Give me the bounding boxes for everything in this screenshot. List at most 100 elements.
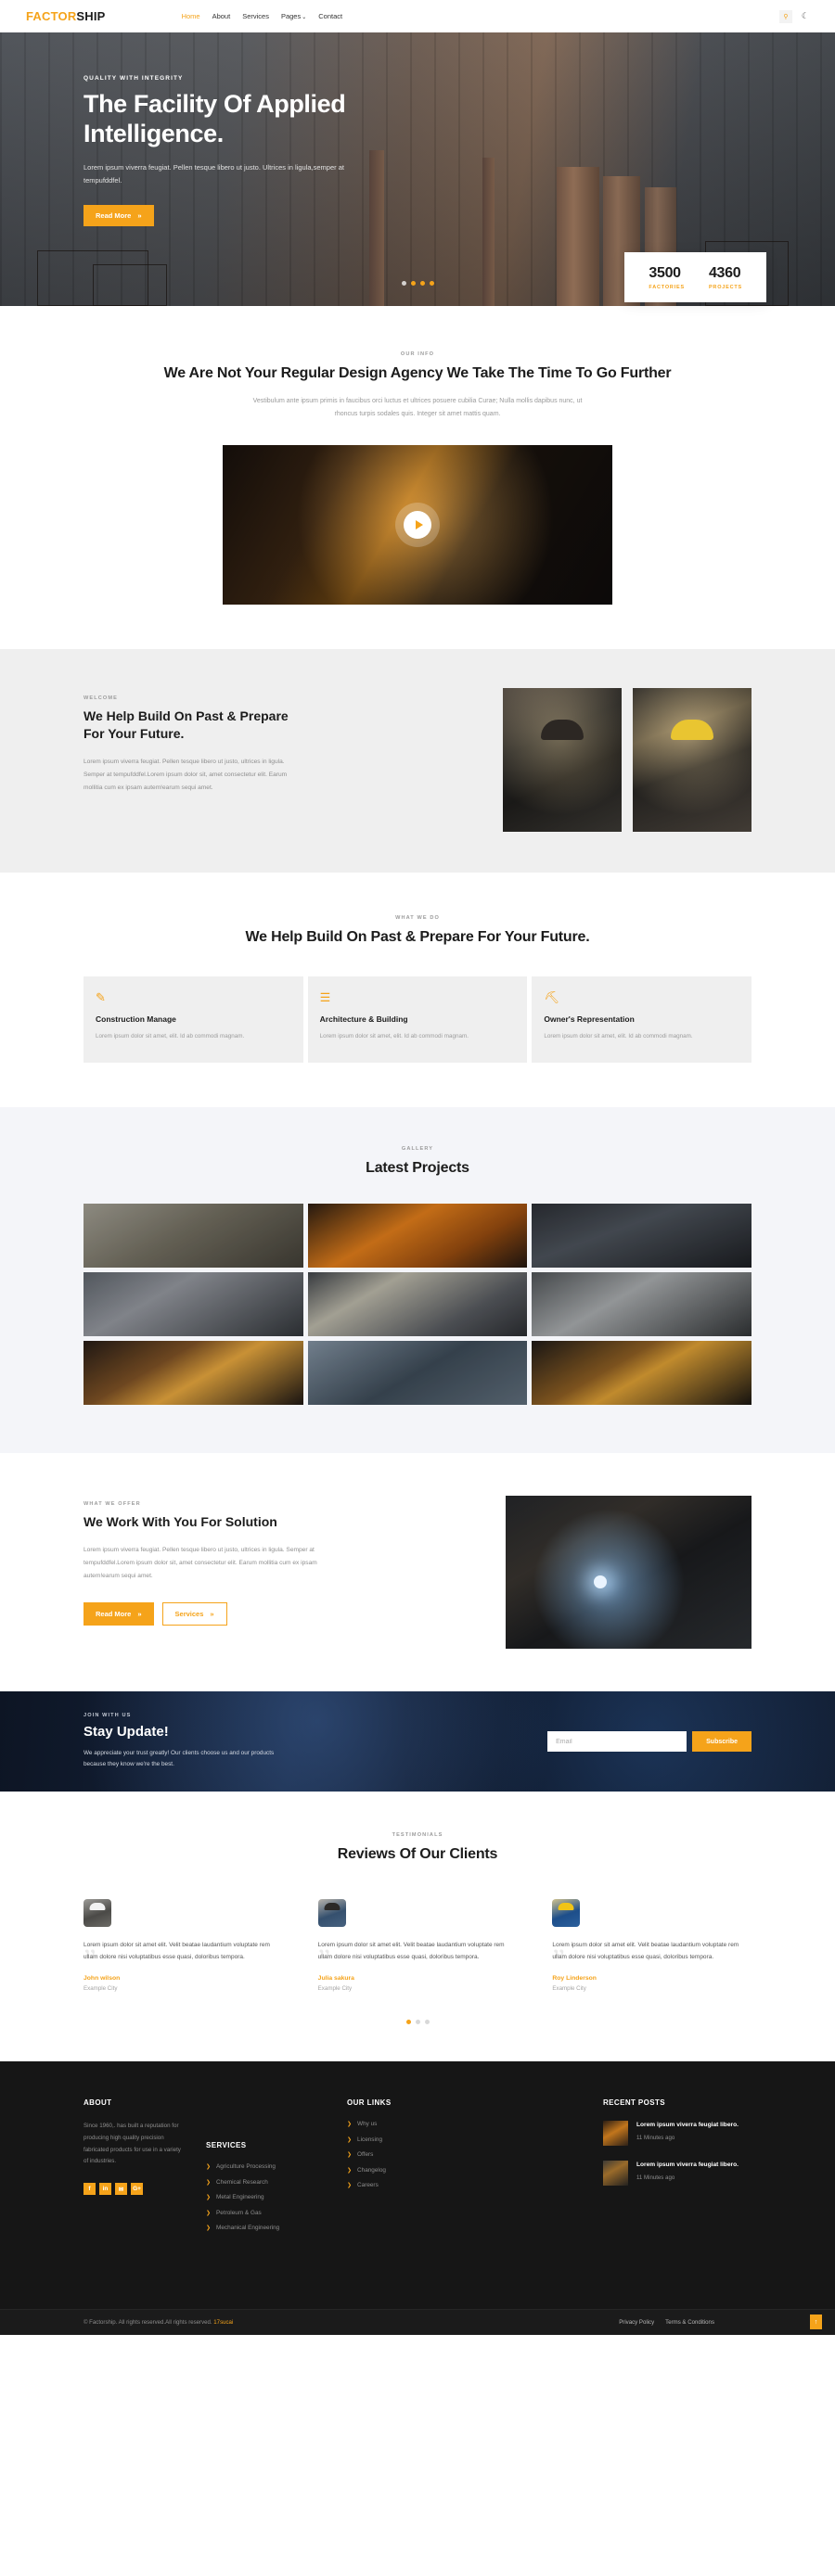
- service-card-architecture[interactable]: ☰ Architecture & Building Lorem ipsum do…: [307, 976, 528, 1064]
- list-item[interactable]: ❯ Agriculture Processing: [206, 2163, 327, 2170]
- search-icon[interactable]: ⚲: [778, 9, 792, 23]
- nav-item-contact[interactable]: Contact: [318, 12, 342, 20]
- testimonial-city: Example City: [552, 1985, 586, 1993]
- main-nav: Home About Services Pages⌄ Contact: [182, 12, 343, 20]
- gallery-item-industrial-machinery[interactable]: [532, 1272, 752, 1337]
- hero-read-more-button[interactable]: Read More »: [84, 205, 154, 227]
- play-icon[interactable]: [404, 510, 431, 539]
- avatar: [552, 1898, 581, 1927]
- nav-item-home[interactable]: Home: [182, 12, 200, 20]
- gallery-section: GALLERY Latest Projects: [0, 1107, 835, 1454]
- post-title: Lorem ipsum viverra feugiat libero.: [636, 2122, 739, 2129]
- gallery-item-factory-inspection[interactable]: [84, 1272, 303, 1337]
- offer-services-button[interactable]: Services »: [161, 1602, 227, 1626]
- hero-eyebrow: QUALITY WITH INTEGRITY: [84, 75, 184, 82]
- nav-item-services[interactable]: Services: [242, 12, 269, 20]
- terms-conditions-link[interactable]: Terms & Conditions: [665, 2319, 714, 2326]
- footer-about-column: ABOUT Since 1960,. has built a reputatio…: [84, 2098, 186, 2285]
- testimonial-carousel-dots: [84, 2020, 752, 2025]
- gallery-item-welding-closeup[interactable]: [532, 1341, 752, 1406]
- newsletter-eyebrow: JOIN WITH US: [84, 1712, 132, 1718]
- gallery-item-assembly-line[interactable]: [307, 1272, 528, 1337]
- chevron-right-icon: ❯: [347, 2136, 353, 2143]
- footer-link[interactable]: Mechanical Engineering: [216, 2225, 279, 2231]
- testimonial-name: John wilson: [84, 1975, 121, 1983]
- welcome-images: [503, 687, 752, 832]
- list-item[interactable]: ❯ Mechanical Engineering: [206, 2225, 327, 2231]
- service-card-owner-rep[interactable]: ⛏ Owner's Representation Lorem ipsum dol…: [532, 976, 752, 1064]
- list-item[interactable]: ❯ Why us: [347, 2121, 449, 2127]
- gallery-item-welder-sparks[interactable]: [532, 1204, 752, 1269]
- list-item[interactable]: ❯ Chemical Research: [206, 2179, 327, 2186]
- footer-link[interactable]: Careers: [357, 2182, 379, 2188]
- chevron-down-icon: ⌄: [302, 15, 307, 20]
- subscribe-button[interactable]: Subscribe: [692, 1731, 752, 1753]
- footer-posts-heading: RECENT POSTS: [603, 2098, 666, 2108]
- stat-factories-number: 3500: [649, 265, 681, 281]
- list-item[interactable]: ❯ Careers: [347, 2182, 449, 2188]
- service-card-text: Lorem ipsum dolor sit amet, elit. Id ab …: [319, 1033, 469, 1040]
- google-plus-icon[interactable]: G+: [131, 2183, 143, 2196]
- testimonials-section: TESTIMONIALS Reviews Of Our Clients ” Lo…: [0, 1792, 835, 2062]
- scroll-to-top-icon[interactable]: ↑: [810, 2315, 822, 2330]
- welcome-image-worker-left: [503, 687, 622, 832]
- service-card-title: Architecture & Building: [319, 1014, 408, 1025]
- gallery-item-refinery-plant[interactable]: [307, 1341, 528, 1406]
- offer-secondary-label: Services: [174, 1610, 204, 1619]
- hero-dot-2[interactable]: [410, 281, 416, 286]
- list-item[interactable]: ❯ Offers: [347, 2151, 449, 2158]
- footer-link[interactable]: Agriculture Processing: [216, 2163, 276, 2170]
- twitter-icon[interactable]: ✉: [115, 2183, 127, 2196]
- footer-link[interactable]: Petroleum & Gas: [216, 2210, 262, 2216]
- testimonial-card: ” Lorem ipsum dolor sit amet elit. Velit…: [552, 1898, 752, 1993]
- footer-link[interactable]: Changelog: [357, 2167, 386, 2174]
- nav-item-about[interactable]: About: [212, 12, 231, 20]
- footer-links-list: ❯ Why us ❯ Licensing ❯ Offers ❯ Changelog ❯ C…: [347, 2121, 449, 2188]
- facebook-icon[interactable]: f: [84, 2183, 96, 2196]
- newsletter-paragraph: We appreciate your trust greatly! Our cl…: [84, 1749, 275, 1768]
- footer-link[interactable]: Offers: [357, 2151, 373, 2158]
- footer-link[interactable]: Metal Engineering: [216, 2194, 264, 2200]
- footer-link[interactable]: Chemical Research: [216, 2179, 268, 2186]
- footer-link[interactable]: Licensing: [357, 2136, 382, 2143]
- footer-links-column: OUR LINKS ❯ Why us ❯ Licensing ❯ Offers ❯ Ch…: [347, 2098, 449, 2285]
- footer-services-heading: SERVICES: [206, 2141, 247, 2150]
- gallery-item-molten-metal-pour[interactable]: [307, 1204, 528, 1269]
- nav-item-pages[interactable]: Pages⌄: [281, 12, 306, 20]
- testimonial-text: Lorem ipsum dolor sit amet elit. Velit b…: [317, 1941, 505, 1960]
- testimonials-eyebrow: TESTIMONIALS: [392, 1832, 443, 1839]
- list-item[interactable]: ❯ Changelog: [347, 2167, 449, 2174]
- chevron-right-icon: ❯: [206, 2179, 212, 2186]
- privacy-policy-link[interactable]: Privacy Policy: [619, 2319, 654, 2326]
- hero-button-label: Read More: [96, 211, 132, 221]
- offer-read-more-button[interactable]: Read More »: [84, 1602, 154, 1626]
- welcome-image-worker-right: [633, 687, 752, 832]
- testimonial-dot-2[interactable]: [415, 2020, 420, 2025]
- footer-link[interactable]: Why us: [357, 2121, 377, 2127]
- post-title: Lorem ipsum viverra feugiat libero.: [636, 2162, 739, 2169]
- hero-dot-4[interactable]: [429, 281, 434, 286]
- linkedin-icon[interactable]: in: [99, 2183, 111, 2196]
- list-item[interactable]: Lorem ipsum viverra feugiat libero. 11 M…: [603, 2161, 752, 2187]
- stat-projects: 4360 PROJECTS: [709, 265, 742, 290]
- gallery-item-warehouse-workers[interactable]: [84, 1204, 303, 1269]
- intro-video-thumbnail[interactable]: [223, 444, 612, 605]
- hero-dot-3[interactable]: [419, 281, 425, 286]
- chevrons-right-icon: »: [210, 1610, 214, 1619]
- list-item[interactable]: ❯ Petroleum & Gas: [206, 2210, 327, 2216]
- offer-section: WHAT WE OFFER We Work With You For Solut…: [0, 1453, 835, 1691]
- testimonial-dot-1[interactable]: [405, 2020, 411, 2025]
- list-item[interactable]: ❯ Licensing: [347, 2136, 449, 2143]
- email-input[interactable]: [547, 1731, 687, 1753]
- copyright-link[interactable]: 17sucai: [213, 2319, 233, 2326]
- list-item[interactable]: Lorem ipsum viverra feugiat libero. 11 M…: [603, 2121, 752, 2147]
- site-logo[interactable]: FACTORSHIP: [26, 9, 106, 23]
- service-card-construction[interactable]: ✎ Construction Manage Lorem ipsum dolor …: [84, 976, 303, 1064]
- testimonial-dot-3[interactable]: [424, 2020, 430, 2025]
- hero-dot-1[interactable]: [401, 281, 406, 286]
- gallery-grid: [84, 1204, 752, 1406]
- footer-about-heading: ABOUT: [84, 2098, 112, 2108]
- gallery-item-grinder-sparks[interactable]: [84, 1341, 303, 1406]
- list-item[interactable]: ❯ Metal Engineering: [206, 2194, 327, 2200]
- dark-mode-toggle-icon[interactable]: ☾: [802, 11, 809, 21]
